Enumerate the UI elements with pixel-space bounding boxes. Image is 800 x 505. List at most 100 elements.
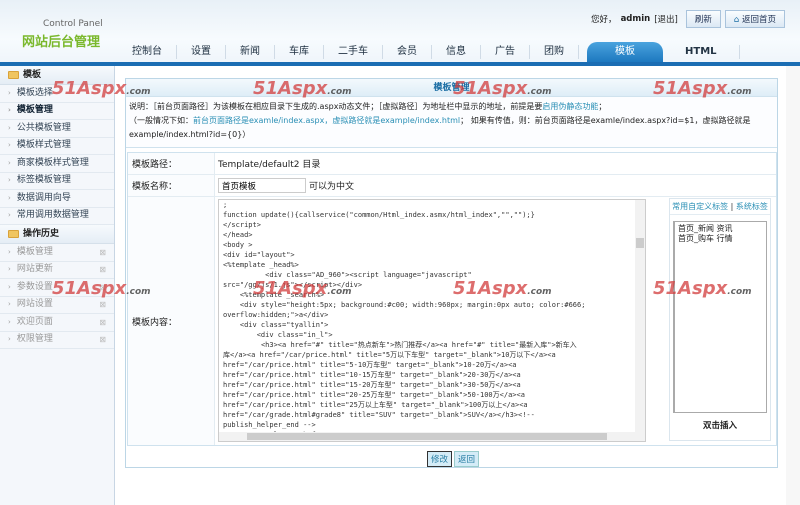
- sidebar-item[interactable]: › 模板选择: [0, 85, 114, 103]
- bullet-icon: ›: [8, 300, 11, 308]
- tag-list[interactable]: 首页_新闻 资讯 首页_购车 行情: [673, 221, 767, 413]
- horizontal-scrollbar[interactable]: [219, 432, 645, 441]
- nav-tab[interactable]: 控制台: [118, 45, 177, 59]
- item-label: 模板管理: [16, 105, 53, 115]
- item-label: 参数设置: [16, 281, 53, 292]
- bullet-icon: ›: [8, 247, 11, 256]
- close-icon[interactable]: ⊠: [99, 296, 106, 314]
- bullet-icon: ›: [8, 176, 11, 184]
- bullet-icon: ›: [8, 282, 11, 291]
- close-icon[interactable]: ⊠: [99, 279, 106, 297]
- tab-custom-tags[interactable]: 常用自定义标签: [672, 202, 728, 211]
- section-label: 模板: [23, 69, 42, 80]
- sidebar-item[interactable]: › 模板样式管理: [0, 138, 114, 155]
- sidebar: 模板 › 模板选择 › 模板管理 › 公共模板管理 › 模板样式管理 › 商家模板样式管理…: [0, 66, 115, 505]
- bullet-icon: ›: [8, 335, 11, 343]
- vertical-scrollbar[interactable]: [635, 200, 645, 433]
- nav-tab-active[interactable]: 模板: [587, 42, 663, 62]
- refresh-button[interactable]: 刷新: [685, 10, 721, 28]
- name-label: 模板名称：: [128, 175, 215, 196]
- nav-tab[interactable]: 二手车: [324, 45, 383, 59]
- username: admin: [620, 14, 651, 24]
- nav-tab[interactable]: 车库: [275, 45, 324, 59]
- close-icon[interactable]: ⊠: [99, 244, 106, 262]
- template-panel: 模板管理 说明：［前台页面路径］为该模板在相应目录下生成的.aspx动态文件；［…: [125, 78, 778, 468]
- history-item[interactable]: › 网站更新 ⊠: [0, 261, 114, 279]
- enable-rewrite-link[interactable]: 启用伪静态功能: [542, 102, 598, 111]
- nav-tab[interactable]: 广告: [481, 45, 530, 59]
- tab-separator: |: [728, 202, 736, 211]
- item-label: 模板样式管理: [16, 140, 71, 150]
- sidebar-section-template[interactable]: 模板: [0, 66, 114, 85]
- bullet-icon: ›: [8, 317, 11, 326]
- back-button[interactable]: 返回: [454, 451, 480, 467]
- template-form: 模板路径： Template/default2 目录 模板名称： 可以为中文 模…: [127, 152, 777, 446]
- nav-tab[interactable]: HTML: [663, 45, 740, 59]
- nav-divider: [0, 62, 800, 66]
- name-hint: 可以为中文: [309, 182, 355, 192]
- path-value: Template/default2 目录: [218, 160, 321, 170]
- sidebar-item[interactable]: › 标签模板管理: [0, 173, 114, 190]
- folder-icon: [8, 230, 19, 238]
- nav-tab[interactable]: 会员: [383, 45, 432, 59]
- page-scrollbar[interactable]: [786, 66, 800, 505]
- close-icon[interactable]: ⊠: [99, 314, 106, 332]
- sidebar-item-active[interactable]: › 模板管理: [0, 103, 114, 120]
- history-item[interactable]: › 欢迎页面 ⊠: [0, 314, 114, 332]
- path-label: 模板路径：: [128, 153, 215, 174]
- item-label: 欢迎页面: [16, 316, 53, 327]
- desc-text: 说明：［前台页面路径］为该模板在相应目录下生成的.aspx动态文件；［虚拟路径］…: [129, 102, 543, 111]
- desc-text: （一般情况下如：: [129, 116, 193, 125]
- nav-tab[interactable]: 新闻: [226, 45, 275, 59]
- insert-hint: 双击插入: [702, 421, 737, 431]
- bullet-icon: ›: [8, 193, 11, 202]
- nav-tab[interactable]: 设置: [177, 45, 226, 59]
- example-text: 前台页面路径是examle/index.aspx，虚拟路径就是example/i…: [193, 116, 461, 125]
- brand-en: Control Panel: [43, 19, 103, 29]
- bullet-icon: ›: [8, 123, 11, 132]
- code-text: ; function update(){callservice("common/…: [223, 201, 586, 439]
- header: Control Panel 网站后台管理 您好， admin [退出] 刷新 ⌂…: [0, 0, 800, 66]
- sidebar-item[interactable]: › 商家模板样式管理: [0, 155, 114, 173]
- history-item[interactable]: › 权限管理 ⊠: [0, 331, 114, 349]
- home-button[interactable]: ⌂ 返回首页: [724, 10, 785, 28]
- item-label: 公共模板管理: [16, 122, 71, 133]
- sidebar-item[interactable]: › 数据调用向导: [0, 190, 114, 208]
- tag-item[interactable]: 首页_购车 行情: [678, 234, 763, 244]
- page-title: 模板管理: [126, 79, 777, 97]
- main-nav: 控制台 设置 新闻 车库 二手车 会员 信息 广告 团购 模板 HTML: [118, 42, 740, 62]
- sidebar-item[interactable]: › 常用调用数据管理: [0, 208, 114, 225]
- nav-tab[interactable]: 团购: [530, 45, 579, 59]
- nav-tab[interactable]: 信息: [432, 45, 481, 59]
- close-icon[interactable]: ⊠: [99, 331, 106, 349]
- template-content-editor[interactable]: ; function update(){callservice("common/…: [218, 199, 646, 442]
- bullet-icon: ›: [8, 88, 11, 97]
- bullet-icon: ›: [8, 158, 11, 167]
- close-icon[interactable]: ⊠: [99, 261, 106, 279]
- sidebar-item[interactable]: › 公共模板管理: [0, 120, 114, 138]
- item-label: 数据调用向导: [16, 192, 71, 203]
- tab-system-tags[interactable]: 系统标签: [736, 202, 768, 211]
- item-label: 权限管理: [16, 334, 53, 344]
- history-item[interactable]: › 模板管理 ⊠: [0, 244, 114, 262]
- tag-item[interactable]: 首页_新闻 资讯: [678, 224, 763, 234]
- bullet-icon: ›: [8, 265, 11, 273]
- content-label: 模板内容：: [128, 197, 215, 445]
- bullet-icon: ›: [8, 106, 11, 114]
- item-label: 网站设置: [16, 299, 53, 309]
- scroll-thumb[interactable]: [247, 433, 607, 440]
- template-name-input[interactable]: [218, 178, 306, 193]
- tag-panel: 常用自定义标签 | 系统标签 首页_新闻 资讯 首页_购车 行情 双击插入: [669, 198, 771, 441]
- desc-text: ；: [598, 102, 607, 111]
- sidebar-section-history[interactable]: 操作历史: [0, 225, 114, 244]
- description: 说明：［前台页面路径］为该模板在相应目录下生成的.aspx动态文件；［虚拟路径］…: [126, 97, 777, 148]
- history-item[interactable]: › 网站设置 ⊠: [0, 296, 114, 314]
- logout-link[interactable]: [退出]: [654, 13, 678, 25]
- home-icon: ⌂: [733, 15, 742, 25]
- history-item[interactable]: › 参数设置 ⊠: [0, 279, 114, 297]
- bullet-icon: ›: [8, 211, 11, 219]
- modify-button[interactable]: 修改: [427, 451, 453, 467]
- user-bar: 您好， admin [退出] 刷新 ⌂ 返回首页: [591, 10, 785, 28]
- scroll-thumb[interactable]: [636, 238, 644, 248]
- item-label: 模板选择: [16, 87, 53, 98]
